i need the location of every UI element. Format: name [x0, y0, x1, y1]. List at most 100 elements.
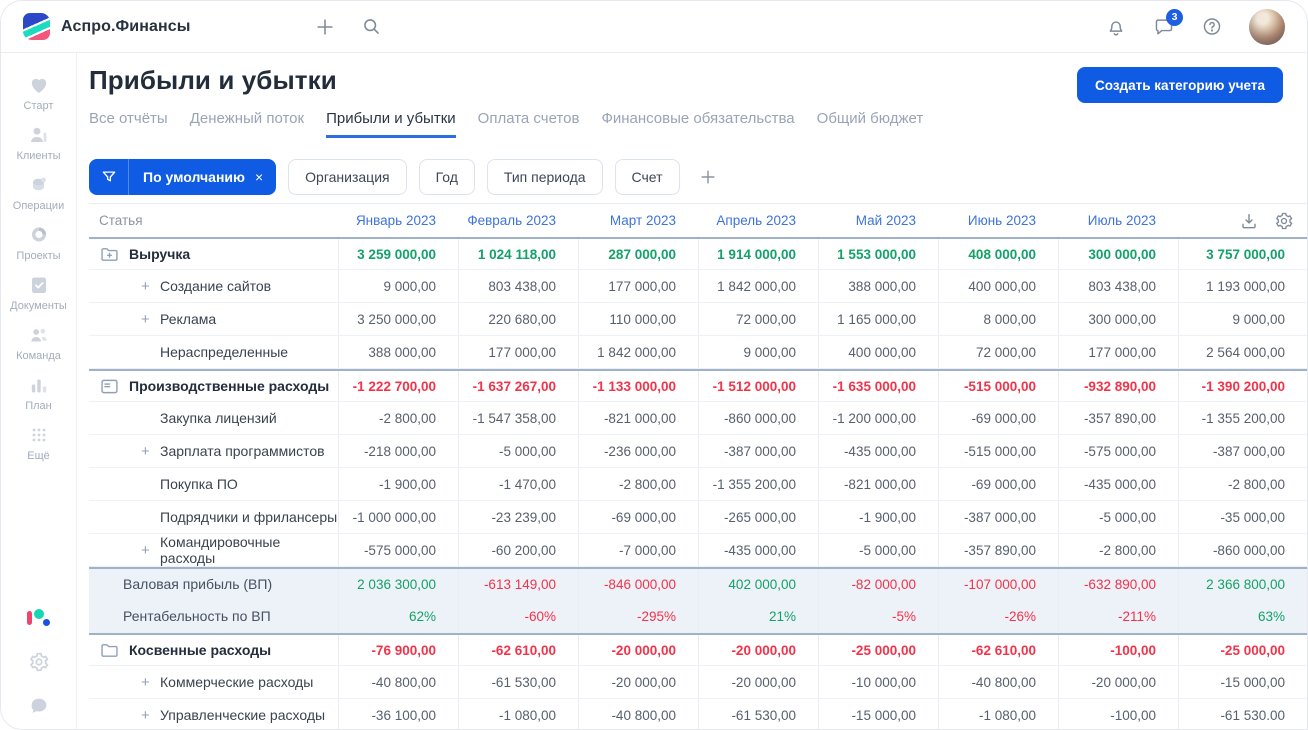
expand-plus-icon[interactable]: +: [141, 278, 160, 295]
active-filter-chip[interactable]: По умолчанию ×: [89, 159, 277, 195]
column-header-month[interactable]: Май 2023: [818, 213, 938, 228]
table-row: + Командировочные расходы -575 000,00 -60 2…: [89, 534, 1307, 567]
row-name-cell: + Зарплата программистов: [89, 435, 338, 467]
search-icon[interactable]: [360, 16, 382, 38]
create-category-button[interactable]: Создать категорию учета: [1077, 67, 1283, 103]
value-cell: -62 610,00: [458, 635, 578, 665]
value-cell: 9 000,00: [338, 270, 458, 302]
filter-funnel-icon[interactable]: [89, 159, 129, 195]
value-cell: 2 366 800,00: [1178, 569, 1307, 599]
brand-mini-logo-icon[interactable]: [26, 607, 51, 629]
sidebar-item-Старт[interactable]: Старт: [3, 67, 75, 117]
sidebar-item-Документы[interactable]: Документы: [3, 267, 75, 317]
app-title: Аспро.Финансы: [61, 17, 191, 35]
row-name: Подрядчики и фрилансеры: [160, 509, 338, 525]
value-cell: 9 000,00: [698, 336, 818, 368]
column-header-month[interactable]: Февраль 2023: [458, 213, 578, 228]
column-header-month[interactable]: Апрель 2023: [698, 213, 818, 228]
row-name-cell: Нераспределенные: [89, 336, 338, 368]
settings-gear-icon[interactable]: [28, 651, 50, 673]
value-cell: -387 000,00: [938, 501, 1058, 533]
sidebar-item-Ещё[interactable]: Ещё: [3, 417, 75, 467]
tab-Прибыли и убытки[interactable]: Прибыли и убытки: [326, 110, 456, 138]
value-cell: -25 000,00: [818, 635, 938, 665]
projects-icon: [27, 223, 51, 247]
value-cell: 388 000,00: [338, 336, 458, 368]
value-cell: -76 900,00: [338, 635, 458, 665]
row-name-cell[interactable]: Выручка: [89, 239, 338, 269]
value-cell: -218 000,00: [338, 435, 458, 467]
expand-plus-icon[interactable]: +: [141, 542, 160, 559]
row-name: Коммерческие расходы: [160, 674, 314, 690]
table-settings-gear-icon[interactable]: [1274, 211, 1294, 231]
value-cell: -5 000,00: [1058, 501, 1178, 533]
table-row: + Зарплата программистов -218 000,00 -5 000…: [89, 435, 1307, 468]
row-name-cell: Валовая прибыль (ВП): [89, 569, 338, 599]
column-header-month[interactable]: Январь 2023: [338, 213, 458, 228]
value-cell: -1 637 267,00: [458, 371, 578, 401]
column-header-month[interactable]: Март 2023: [578, 213, 698, 228]
filter-chip-Тип периода[interactable]: Тип периода: [486, 159, 603, 195]
table-row: Выручка 3 259 000,00 1 024 118,00 287 000,0…: [89, 237, 1307, 270]
tab-Финансовые обязательства[interactable]: Финансовые обязательства: [601, 110, 794, 138]
sidebar-item-Операции[interactable]: Операции: [3, 167, 75, 217]
value-cell: 3 757 000,00: [1178, 239, 1307, 269]
column-header-month[interactable]: Июль 2023: [1058, 213, 1178, 228]
row-name-cell[interactable]: Производственные расходы: [89, 371, 338, 401]
expand-plus-icon[interactable]: +: [141, 707, 160, 724]
tab-Общий бюджет[interactable]: Общий бюджет: [817, 110, 924, 138]
row-name-cell: + Создание сайтов: [89, 270, 338, 302]
support-chat-icon[interactable]: [28, 695, 50, 717]
table-row: Закупка лицензий -2 800,00 -1 547 358,00 -8…: [89, 402, 1307, 435]
notifications-bell-icon[interactable]: [1105, 16, 1127, 38]
documents-icon: [27, 273, 51, 297]
add-filter-icon[interactable]: [698, 167, 718, 187]
help-icon[interactable]: [1201, 16, 1223, 38]
value-cell: -435 000,00: [698, 534, 818, 566]
value-cell: -15 000,00: [1178, 666, 1307, 698]
tab-Все отчёты[interactable]: Все отчёты: [89, 110, 168, 138]
user-avatar[interactable]: [1249, 8, 1285, 45]
table-row: Рентабельность по ВП 62% -60% -295% 21% -5% -2…: [89, 600, 1307, 633]
value-cell: 400 000,00: [818, 336, 938, 368]
messages-chat-icon[interactable]: 3: [1153, 8, 1183, 38]
column-header-month[interactable]: Июнь 2023: [938, 213, 1058, 228]
filter-bar: По умолчанию × Организация Год Тип периода…: [89, 159, 1307, 195]
row-name-cell: Подрядчики и фрилансеры: [89, 501, 338, 533]
sidebar-item-Клиенты[interactable]: Клиенты: [3, 117, 75, 167]
sidebar-item-Команда[interactable]: Команда: [3, 317, 75, 367]
value-cell: -61 530,00: [698, 699, 818, 729]
filter-chip-Счет[interactable]: Счет: [614, 159, 680, 195]
value-cell: 2 036 300,00: [338, 569, 458, 599]
row-name: Нераспределенные: [160, 344, 289, 360]
value-cell: -61 530.00: [1178, 699, 1307, 729]
value-cell: -35 000,00: [1178, 501, 1307, 533]
value-cell: -25 000,00: [1178, 635, 1307, 665]
filter-chip-Организация[interactable]: Организация: [288, 159, 407, 195]
row-name-cell[interactable]: Косвенные расходы: [89, 635, 338, 665]
value-cell: 3 250 000,00: [338, 303, 458, 335]
tab-Оплата счетов[interactable]: Оплата счетов: [478, 110, 580, 138]
value-cell: -1 390 200,00: [1178, 371, 1307, 401]
sidebar-item-План[interactable]: План: [3, 367, 75, 417]
value-cell: -1 355 200,00: [698, 468, 818, 500]
clients-icon: [27, 123, 51, 147]
download-icon[interactable]: [1239, 211, 1259, 231]
value-cell: 803 438,00: [1058, 270, 1178, 302]
value-cell: -40 800,00: [578, 699, 698, 729]
quick-add-icon[interactable]: [314, 16, 336, 38]
expand-plus-icon[interactable]: +: [141, 443, 160, 460]
expand-plus-icon[interactable]: +: [141, 674, 160, 691]
sidebar-item-Проекты[interactable]: Проекты: [3, 217, 75, 267]
value-cell: 803 438,00: [458, 270, 578, 302]
filter-close-icon[interactable]: ×: [253, 169, 276, 185]
value-cell: -62 610,00: [938, 635, 1058, 665]
row-name: Создание сайтов: [160, 278, 272, 294]
expand-plus-icon[interactable]: +: [141, 311, 160, 328]
sidebar-item-label: Проекты: [16, 249, 61, 262]
value-cell: -860 000,00: [698, 402, 818, 434]
tab-Денежный поток[interactable]: Денежный поток: [190, 110, 304, 138]
value-cell: 402 000,00: [698, 569, 818, 599]
value-cell: -236 000,00: [578, 435, 698, 467]
filter-chip-Год[interactable]: Год: [418, 159, 475, 195]
